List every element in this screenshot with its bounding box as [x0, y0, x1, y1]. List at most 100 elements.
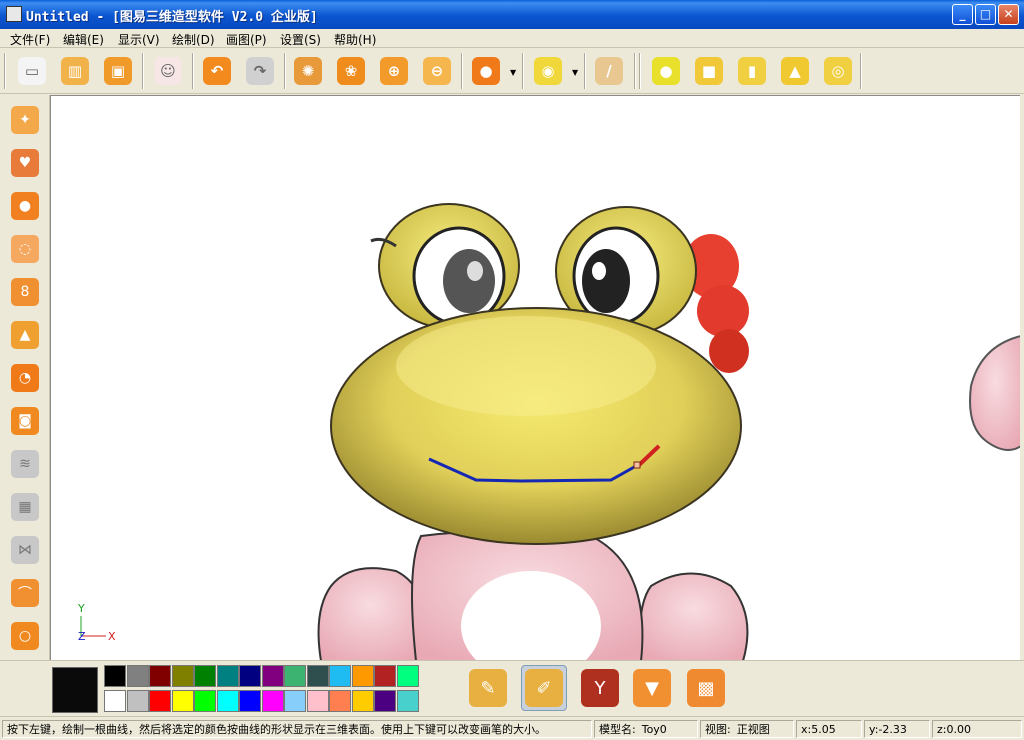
color-swatch[interactable]	[171, 665, 194, 687]
color-swatch[interactable]	[104, 665, 126, 687]
color-swatch[interactable]	[194, 665, 216, 687]
color-swatch[interactable]	[104, 690, 126, 712]
menu-bar: 文件(F) 编辑(E) 显示(V) 绘制(D) 画图(P) 设置(S) 帮助(H…	[0, 29, 1024, 48]
color-swatch[interactable]	[329, 665, 351, 687]
color-swatch[interactable]	[396, 665, 419, 687]
status-model: 模型名: Toy0	[594, 720, 698, 738]
new-button[interactable]: ▭	[14, 54, 50, 88]
checker-texture-icon: ▩	[687, 669, 725, 707]
color-swatch[interactable]	[126, 665, 149, 687]
tool-bone-path[interactable]: ⌒	[8, 576, 42, 610]
cone-button[interactable]: ▲	[777, 54, 813, 88]
title-bar: Untitled - [图易三维造型软件 V2.0 企业版] _ □ ✕	[0, 0, 1024, 29]
color-swatch[interactable]	[284, 665, 306, 687]
color-swatch[interactable]	[149, 690, 171, 712]
tool-bell[interactable]: ▲	[8, 318, 42, 352]
minimize-button[interactable]: _	[952, 4, 973, 25]
fill-glass-button[interactable]: Y	[577, 665, 623, 711]
app-icon[interactable]	[6, 6, 22, 22]
tool-ellipse[interactable]: ●	[8, 189, 42, 223]
toolbar-separator	[461, 53, 463, 89]
tool-magic-wand[interactable]: ✦	[8, 103, 42, 137]
menu-file[interactable]: 文件(F)	[10, 31, 50, 48]
render-sphere-icon: ●	[472, 57, 500, 85]
color-swatch[interactable]	[261, 665, 284, 687]
color-picker-button[interactable]: ▼	[629, 665, 675, 711]
view-name: 正视图	[736, 723, 770, 736]
rotate-button[interactable]: ✺	[290, 54, 326, 88]
gourd-shape-icon: 8	[11, 278, 39, 306]
maximize-button[interactable]: □	[975, 4, 996, 25]
save-button[interactable]: ▣	[100, 54, 136, 88]
view-dropdown-icon[interactable]: ▼	[572, 68, 580, 77]
menu-paint[interactable]: 画图(P)	[226, 31, 267, 48]
tool-lasso[interactable]: ◌	[8, 232, 42, 266]
menu-help[interactable]: 帮助(H)	[334, 31, 376, 48]
brush-curve-icon: ✐	[525, 669, 563, 707]
color-swatch[interactable]	[306, 690, 329, 712]
frog-left-leg	[317, 567, 423, 660]
model-name: Toy0	[641, 723, 667, 736]
viewport-canvas[interactable]: Y Z X	[50, 95, 1020, 660]
toolbar-separator	[522, 53, 524, 89]
redo-button[interactable]: ↷	[242, 54, 278, 88]
ruler-button[interactable]: /	[591, 54, 627, 88]
color-swatch[interactable]	[261, 690, 284, 712]
zoom-out-button[interactable]: ⊖	[419, 54, 455, 88]
color-swatch[interactable]	[396, 690, 419, 712]
redo-icon: ↷	[246, 57, 274, 85]
tool-dotted-circle[interactable]: ○	[8, 619, 42, 653]
button-shape-icon: ◙	[11, 407, 39, 435]
cube-button[interactable]: ■	[691, 54, 727, 88]
color-swatch[interactable]	[194, 690, 216, 712]
left-pupil	[443, 249, 495, 313]
cone-primitive-icon: ▲	[781, 57, 809, 85]
color-swatch[interactable]	[351, 665, 374, 687]
paint-brush-button[interactable]: ✎	[465, 665, 511, 711]
tool-button-shape[interactable]: ◙	[8, 404, 42, 438]
color-swatch[interactable]	[171, 690, 194, 712]
menu-edit[interactable]: 编辑(E)	[63, 31, 104, 48]
color-swatch[interactable]	[216, 690, 239, 712]
zoom-in-button[interactable]: ⊕	[376, 54, 412, 88]
color-swatch[interactable]	[306, 665, 329, 687]
render-mode-button[interactable]: ●	[468, 54, 504, 88]
current-color-swatch[interactable]	[52, 667, 98, 713]
color-swatch[interactable]	[284, 690, 306, 712]
color-swatch[interactable]	[239, 690, 261, 712]
tool-mesh[interactable]: ▦	[8, 490, 42, 524]
tool-wave[interactable]: ≋	[8, 447, 42, 481]
torus-button[interactable]: ◎	[820, 54, 856, 88]
tool-mirror[interactable]: ⋈	[8, 533, 42, 567]
axis-label-x: X	[108, 630, 116, 643]
open-book-icon: ▥	[61, 57, 89, 85]
render-mode-dropdown-icon[interactable]: ▼	[510, 68, 518, 77]
view-eyes-button[interactable]: ◉	[530, 54, 566, 88]
color-swatch[interactable]	[239, 665, 261, 687]
color-swatch[interactable]	[149, 665, 171, 687]
menu-view[interactable]: 显示(V)	[118, 31, 160, 48]
menu-draw[interactable]: 绘制(D)	[172, 31, 215, 48]
tool-pie[interactable]: ◔	[8, 361, 42, 395]
menu-settings[interactable]: 设置(S)	[280, 31, 321, 48]
color-swatch[interactable]	[374, 665, 396, 687]
image-button[interactable]: ☺	[150, 54, 186, 88]
tool-heart[interactable]: ♥	[8, 146, 42, 180]
color-swatch[interactable]	[126, 690, 149, 712]
sphere-button[interactable]: ●	[648, 54, 684, 88]
open-button[interactable]: ▥	[57, 54, 93, 88]
color-swatch[interactable]	[351, 690, 374, 712]
color-swatch[interactable]	[216, 665, 239, 687]
pan-button[interactable]: ❀	[333, 54, 369, 88]
status-hint: 按下左键，绘制一根曲线，然后将选定的颜色按曲线的形状显示在三维表面。使用上下键可…	[2, 720, 592, 738]
undo-button[interactable]: ↶	[199, 54, 235, 88]
close-button[interactable]: ✕	[998, 4, 1019, 25]
cylinder-button[interactable]: ▮	[734, 54, 770, 88]
curve-brush-button[interactable]: ✐	[521, 665, 567, 711]
color-swatch[interactable]	[374, 690, 396, 712]
sphere-primitive-icon: ●	[652, 57, 680, 85]
pie-shape-icon: ◔	[11, 364, 39, 392]
tool-gourd[interactable]: 8	[8, 275, 42, 309]
texture-button[interactable]: ▩	[683, 665, 729, 711]
color-swatch[interactable]	[329, 690, 351, 712]
